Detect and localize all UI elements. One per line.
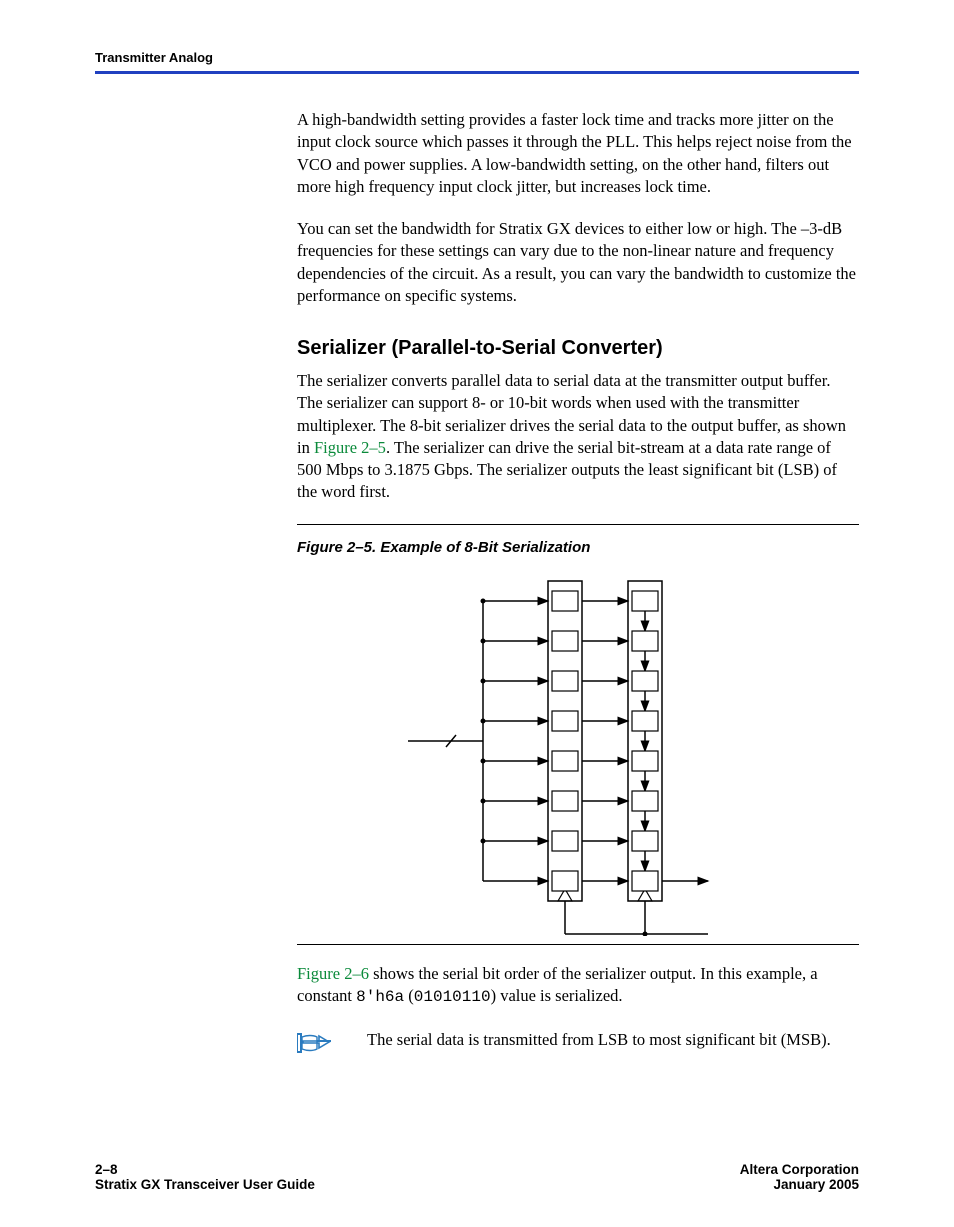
figure-2-5-link[interactable]: Figure 2–5 xyxy=(314,438,386,457)
para4-code1: 8'h6a xyxy=(356,988,404,1006)
figure-bottom-rule xyxy=(297,944,859,945)
serializer-diagram-svg xyxy=(408,566,748,936)
figure-2-5-caption: Figure 2–5. Example of 8-Bit Serializati… xyxy=(297,539,859,556)
hand-pointing-icon xyxy=(297,1029,367,1060)
para4-code2: 01010110 xyxy=(414,988,491,1006)
note-text: The serial data is transmitted from LSB … xyxy=(367,1029,859,1051)
paragraph-bandwidth-2: You can set the bandwidth for Stratix GX… xyxy=(297,218,859,307)
note-row: The serial data is transmitted from LSB … xyxy=(297,1029,859,1060)
paragraph-bandwidth-1: A high-bandwidth setting provides a fast… xyxy=(297,109,859,198)
figure-2-5-diagram xyxy=(297,566,859,936)
heading-serializer: Serializer (Parallel-to-Serial Converter… xyxy=(297,337,859,360)
para4-text-b: ) value is serialized. xyxy=(491,986,623,1005)
paragraph-figure-2-6: Figure 2–6 shows the serial bit order of… xyxy=(297,963,859,1009)
header-section-title: Transmitter Analog xyxy=(95,50,213,65)
main-content: A high-bandwidth setting provides a fast… xyxy=(297,109,859,1060)
paragraph-serializer: The serializer converts parallel data to… xyxy=(297,370,859,504)
page-header: Transmitter Analog xyxy=(95,50,859,74)
page-footer: 2–8 Stratix GX Transceiver User Guide Al… xyxy=(95,1162,859,1192)
footer-company: Altera Corporation xyxy=(740,1162,859,1177)
footer-date: January 2005 xyxy=(740,1177,859,1192)
figure-top-rule xyxy=(297,524,859,525)
footer-page-number: 2–8 xyxy=(95,1162,315,1177)
footer-doc-title: Stratix GX Transceiver User Guide xyxy=(95,1177,315,1192)
figure-2-6-link[interactable]: Figure 2–6 xyxy=(297,964,369,983)
para4-mid: ( xyxy=(404,986,414,1005)
